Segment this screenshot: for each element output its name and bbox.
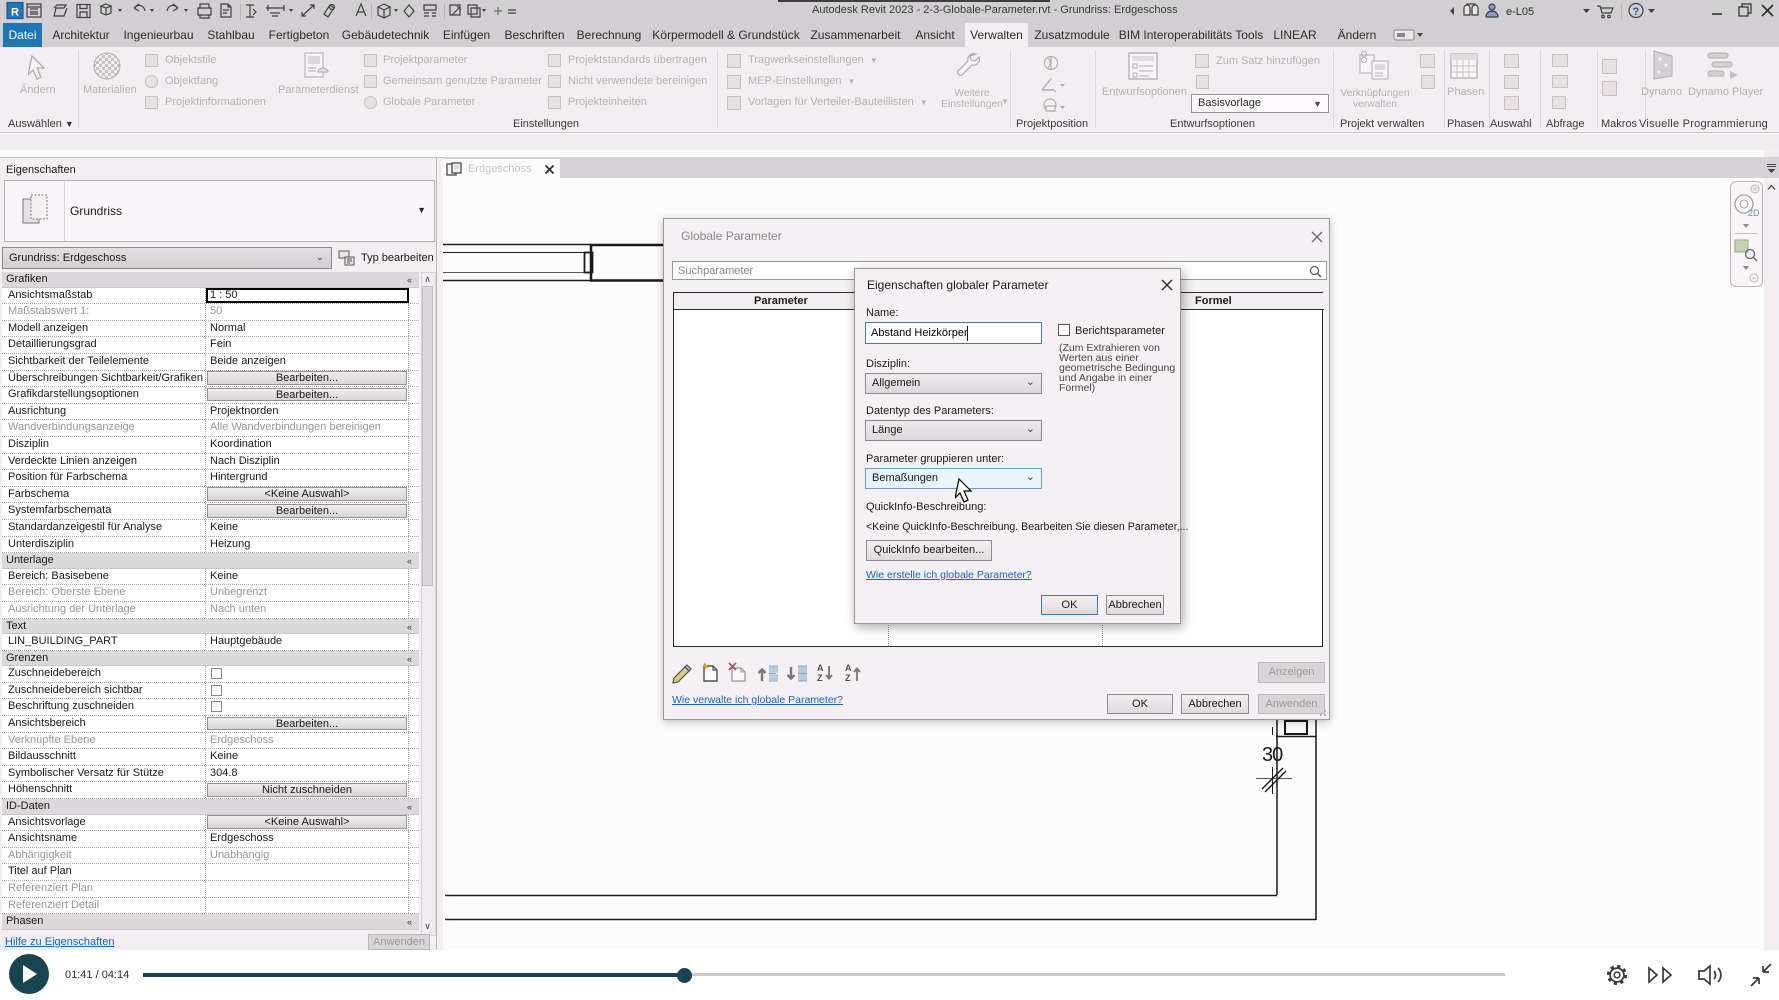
svg-text:2D: 2D [1748,208,1760,218]
svg-text:?: ? [1633,6,1640,18]
svg-text:Z: Z [845,673,851,683]
svg-text:A: A [845,663,852,673]
svg-text:R: R [11,7,19,19]
svg-text:30: 30 [1262,744,1283,766]
svg-text:Z: Z [817,673,823,683]
svg-text:e-L05: e-L05 [1506,6,1534,18]
svg-text:A: A [817,663,824,673]
